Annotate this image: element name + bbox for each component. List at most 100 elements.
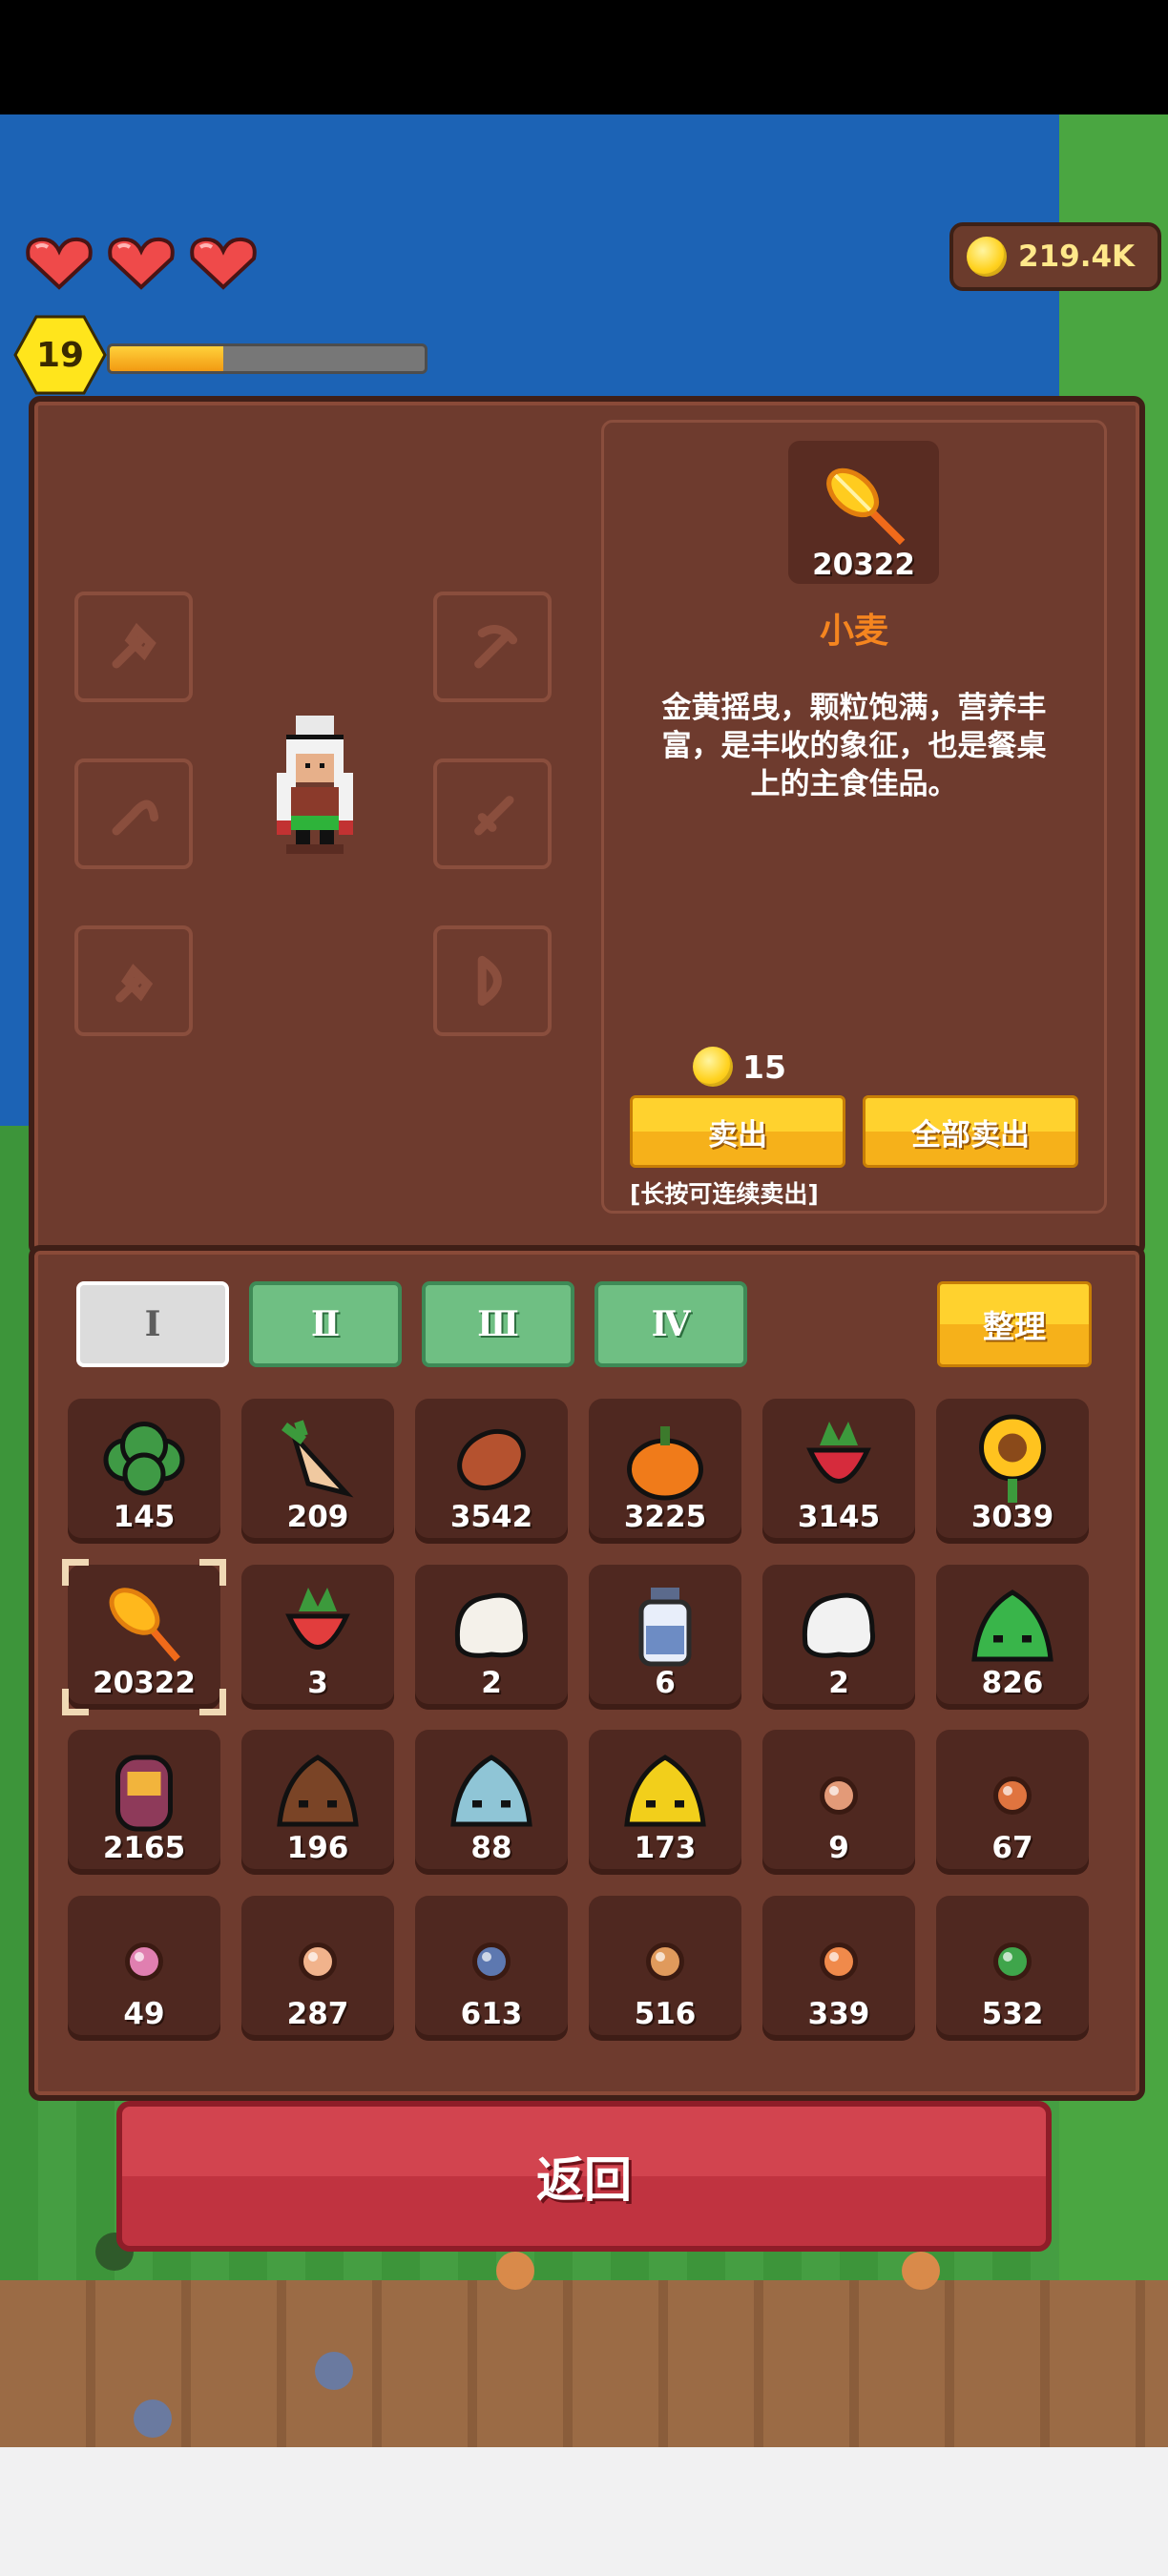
equipment-slot[interactable] xyxy=(74,592,193,702)
inventory-item-icon xyxy=(68,1410,220,1509)
coin-icon xyxy=(693,1047,733,1087)
inventory-item-icon xyxy=(68,1907,220,2006)
inventory-item-icon xyxy=(762,1410,915,1509)
tab-4[interactable]: Ⅳ xyxy=(594,1281,747,1367)
inventory-item-icon xyxy=(936,1576,1089,1675)
inventory-item-count: 516 xyxy=(634,1997,697,2031)
inventory-item[interactable]: 287 xyxy=(241,1896,394,2041)
inventory-item-count: 145 xyxy=(113,1500,176,1534)
inventory-item-count: 6 xyxy=(655,1666,676,1700)
equipment-slot[interactable] xyxy=(433,758,552,869)
inventory-item-count: 3225 xyxy=(623,1500,707,1534)
milk-bottle-icon xyxy=(638,1588,692,1667)
inventory-item[interactable]: 532 xyxy=(936,1896,1089,2041)
inventory-item-count: 339 xyxy=(807,1997,870,2031)
system-navigation-bar xyxy=(0,2447,1168,2576)
seed-pink-icon xyxy=(820,1776,858,1815)
inventory-item[interactable]: 67 xyxy=(936,1730,1089,1875)
inventory-item[interactable]: 88 xyxy=(415,1730,568,1875)
inventory-item[interactable]: 173 xyxy=(589,1730,741,1875)
crop-sprite xyxy=(902,2252,940,2290)
inventory-item-count: 532 xyxy=(981,1997,1044,2031)
inventory-item-icon xyxy=(68,1576,220,1675)
seed-peach-icon xyxy=(299,1942,337,1981)
inventory-item-icon xyxy=(415,1907,568,2006)
inventory-item[interactable]: 20322 xyxy=(62,1559,226,1715)
inventory-item-icon xyxy=(241,1576,394,1675)
strawberry-icon xyxy=(285,1588,350,1650)
inventory-item-icon xyxy=(241,1907,394,2006)
inventory-item-count: 196 xyxy=(286,1831,349,1865)
inventory-item-icon xyxy=(936,1741,1089,1840)
sort-button[interactable]: 整理 xyxy=(937,1281,1092,1367)
inventory-item[interactable]: 613 xyxy=(415,1896,568,2041)
inventory-item-count: 3145 xyxy=(797,1500,881,1534)
equipment-slot[interactable] xyxy=(433,925,552,1036)
blue-slime-icon xyxy=(450,1755,532,1827)
wool-icon xyxy=(454,1592,529,1658)
inventory-item-icon xyxy=(589,1741,741,1840)
inventory-item[interactable]: 3145 xyxy=(762,1399,915,1544)
inventory-item-icon xyxy=(589,1907,741,2006)
yellow-slime-icon xyxy=(624,1755,706,1827)
potato-icon xyxy=(457,1428,526,1491)
level-number: 19 xyxy=(35,335,85,375)
inventory-item-count: 613 xyxy=(460,1997,523,2031)
seed-magenta-icon xyxy=(125,1942,163,1981)
seed-coral-icon xyxy=(820,1942,858,1981)
inventory-item-count: 2165 xyxy=(102,1831,186,1865)
pickaxe-icon xyxy=(474,625,518,669)
inventory-item-count: 9 xyxy=(828,1831,849,1865)
seed-tan-icon xyxy=(646,1942,684,1981)
inventory-item[interactable]: 826 xyxy=(936,1565,1089,1710)
heart-icon xyxy=(26,237,93,290)
wheat-icon xyxy=(109,1588,180,1662)
heart-icon xyxy=(108,237,175,290)
equipment-slot[interactable] xyxy=(74,758,193,869)
inventory-item[interactable]: 3542 xyxy=(415,1399,568,1544)
tab-1[interactable]: Ⅰ xyxy=(76,1281,229,1367)
inventory-item[interactable]: 6 xyxy=(589,1565,741,1710)
brown-slime-icon xyxy=(277,1755,359,1827)
sword-icon xyxy=(474,796,514,836)
seed-blue-icon xyxy=(472,1942,511,1981)
inventory-item[interactable]: 9 xyxy=(762,1730,915,1875)
inventory-item-count: 826 xyxy=(981,1666,1044,1700)
sickle-icon xyxy=(112,800,159,836)
sell-button[interactable]: 卖出 xyxy=(630,1095,845,1168)
tab-2[interactable]: Ⅱ xyxy=(249,1281,402,1367)
honey-jar-icon xyxy=(115,1755,173,1832)
inventory-item[interactable]: 339 xyxy=(762,1896,915,2041)
inventory-item[interactable]: 2165 xyxy=(68,1730,220,1875)
back-button[interactable]: 返回 xyxy=(116,2101,1052,2252)
inventory-item[interactable]: 145 xyxy=(68,1399,220,1544)
wheat-icon xyxy=(826,467,906,546)
inventory-item[interactable]: 3 xyxy=(241,1565,394,1710)
broccoli-icon xyxy=(103,1422,185,1496)
inventory-item[interactable]: 2 xyxy=(762,1565,915,1710)
sunflower-icon xyxy=(979,1414,1046,1503)
item-sell-price: 15 xyxy=(693,1047,786,1087)
seed-green-icon xyxy=(993,1942,1032,1981)
coin-amount: 219.4K xyxy=(1018,239,1136,274)
tab-3[interactable]: Ⅲ xyxy=(422,1281,574,1367)
xp-progress-fill xyxy=(110,346,223,371)
inventory-item[interactable]: 3039 xyxy=(936,1399,1089,1544)
sell-all-button[interactable]: 全部卖出 xyxy=(863,1095,1078,1168)
seed-orange-icon xyxy=(993,1776,1032,1815)
equipment-slot[interactable] xyxy=(74,925,193,1036)
inventory-item-count: 67 xyxy=(991,1831,1033,1865)
inventory-item-count: 287 xyxy=(286,1997,349,2031)
inventory-item[interactable]: 209 xyxy=(241,1399,394,1544)
inventory-item[interactable]: 3225 xyxy=(589,1399,741,1544)
inventory-item-icon xyxy=(762,1907,915,2006)
equipment-slot[interactable] xyxy=(433,592,552,702)
inventory-item[interactable]: 49 xyxy=(68,1896,220,2041)
sell-hint: [长按可连续卖出] xyxy=(630,1180,819,1208)
carrot-icon xyxy=(282,1420,354,1498)
bow-icon xyxy=(477,955,502,1007)
inventory-item[interactable]: 196 xyxy=(241,1730,394,1875)
feather-icon xyxy=(802,1592,876,1658)
inventory-item[interactable]: 2 xyxy=(415,1565,568,1710)
inventory-item[interactable]: 516 xyxy=(589,1896,741,2041)
